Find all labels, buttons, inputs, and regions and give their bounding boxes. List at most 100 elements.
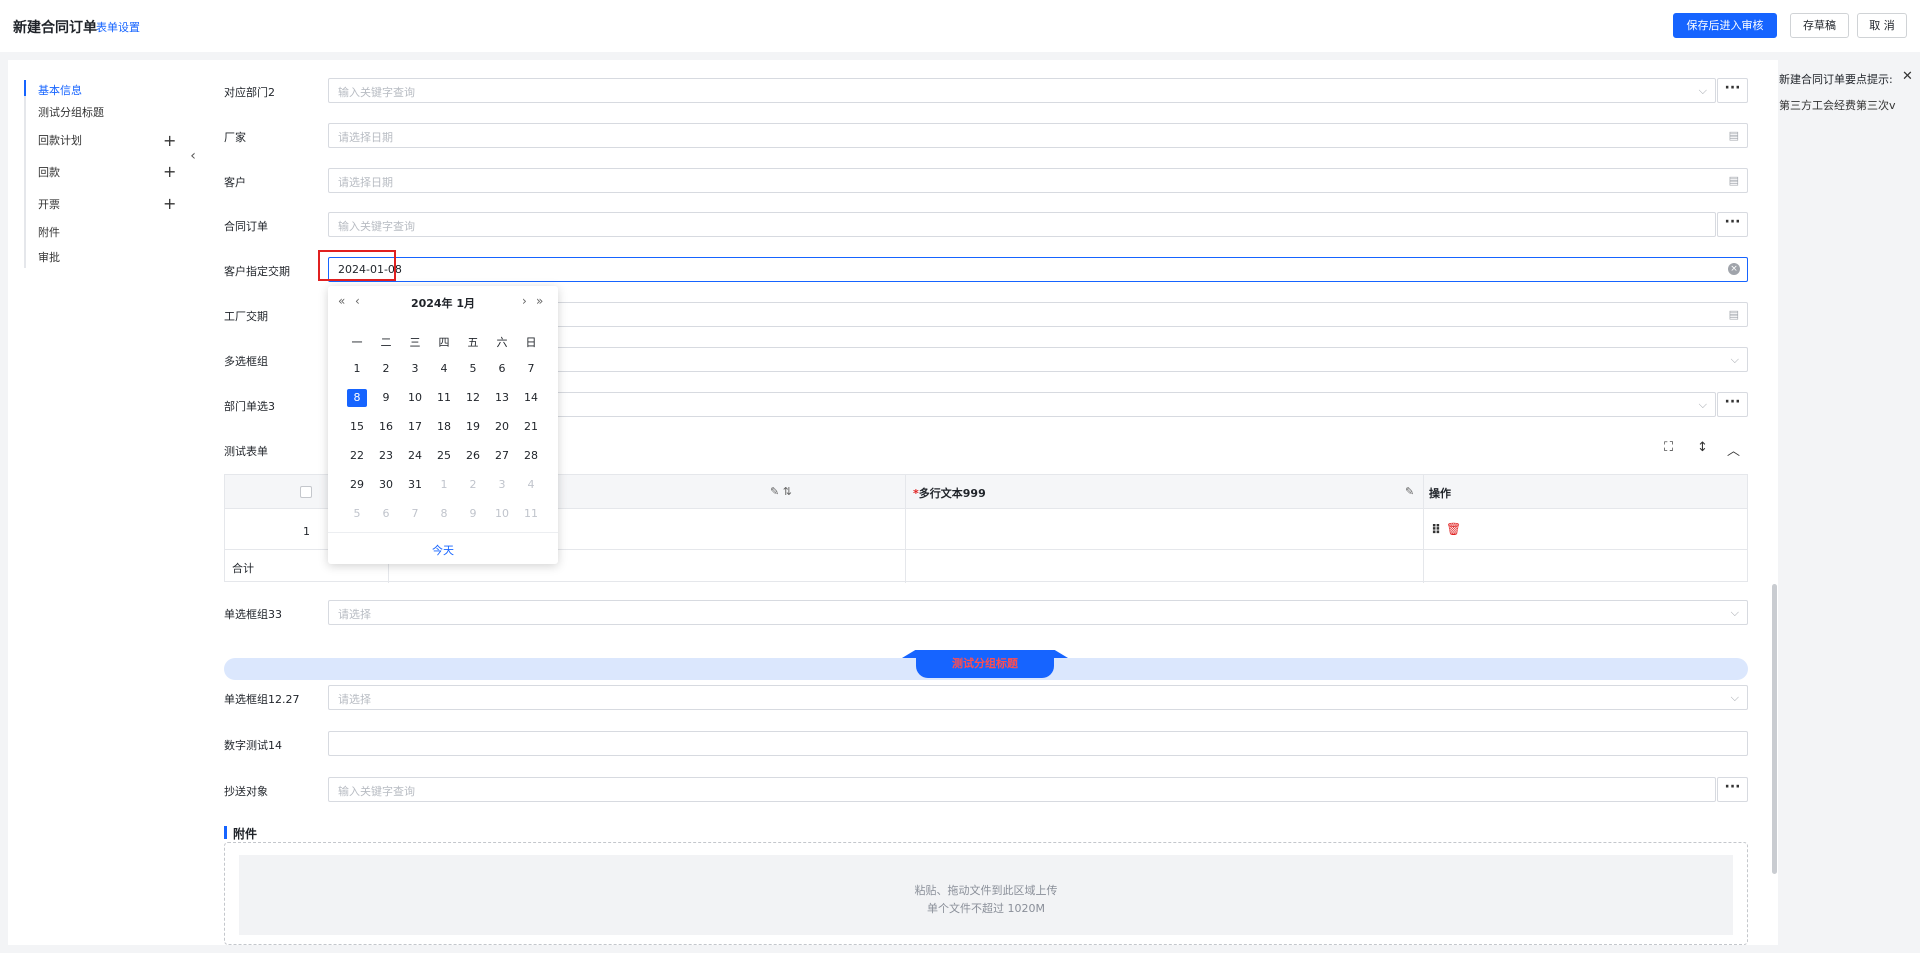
- date-cell[interactable]: 2: [376, 360, 396, 378]
- add-payment-plus-icon[interactable]: +: [163, 164, 176, 180]
- field-label-multi-select: 多选框组: [224, 355, 268, 368]
- nav-item-test-group[interactable]: 测试分组标题: [38, 104, 104, 120]
- today-button[interactable]: 今天: [328, 542, 558, 558]
- date-cell[interactable]: 12: [463, 389, 483, 407]
- date-cell[interactable]: 11: [434, 389, 454, 407]
- date-cell[interactable]: 10: [405, 389, 425, 407]
- date-cell[interactable]: 26: [463, 447, 483, 465]
- date-cell[interactable]: 15: [347, 418, 367, 436]
- cc-more-button[interactable]: ···: [1717, 777, 1748, 802]
- date-cell[interactable]: 10: [492, 505, 512, 523]
- date-cell[interactable]: 16: [376, 418, 396, 436]
- date-cell[interactable]: 17: [405, 418, 425, 436]
- section-nav: 基本信息 测试分组标题 回款计划 + 回款 + 开票 + 附件 审批: [8, 60, 198, 945]
- date-cell[interactable]: 14: [521, 389, 541, 407]
- select-all-checkbox[interactable]: [300, 486, 312, 498]
- contract-order-more-button[interactable]: ···: [1717, 212, 1748, 237]
- upload-dropzone[interactable]: 粘贴、拖动文件到此区域上传 单个文件不超过 1020M: [224, 842, 1748, 945]
- scrollbar[interactable]: [1772, 584, 1777, 874]
- add-invoice-plus-icon[interactable]: +: [163, 196, 176, 212]
- dept2-input[interactable]: 输入关键字查询 ⌵: [328, 78, 1716, 103]
- field-label-dept-single3: 部门单选3: [224, 400, 275, 413]
- nav-item-invoice[interactable]: 开票: [38, 196, 60, 212]
- contract-order-placeholder: 输入关键字查询: [338, 220, 415, 233]
- cancel-button[interactable]: 取 消: [1857, 13, 1907, 38]
- date-cell[interactable]: 1: [434, 476, 454, 494]
- clear-icon[interactable]: ×: [1728, 263, 1740, 275]
- close-icon[interactable]: ✕: [1902, 69, 1913, 84]
- date-cell[interactable]: 2: [463, 476, 483, 494]
- top-bar: 新建合同订单 表单设置 保存后进入审核 存草稿 取 消: [0, 0, 1920, 52]
- manufacturer-date-input[interactable]: 请选择日期 ▤: [328, 123, 1748, 148]
- date-cell[interactable]: 7: [405, 505, 425, 523]
- tips-line: 第三方工会经费第三次v: [1779, 99, 1896, 112]
- save-and-review-button[interactable]: 保存后进入审核: [1673, 13, 1777, 38]
- next-year-icon[interactable]: »: [536, 294, 543, 308]
- date-cell[interactable]: 24: [405, 447, 425, 465]
- date-cell[interactable]: 3: [492, 476, 512, 494]
- fullscreen-icon[interactable]: ⛶: [1664, 440, 1673, 455]
- date-cell[interactable]: 18: [434, 418, 454, 436]
- field-label-customer-delivery: 客户指定交期: [224, 265, 290, 278]
- date-cell[interactable]: 5: [347, 505, 367, 523]
- dept-single3-more-button[interactable]: ···: [1717, 392, 1748, 417]
- number14-input[interactable]: [328, 731, 1748, 756]
- weekday-label: 六: [496, 336, 508, 349]
- date-cell[interactable]: 11: [521, 505, 541, 523]
- col-divider: [1423, 475, 1424, 583]
- field-label-customer: 客户: [224, 176, 246, 189]
- save-draft-button[interactable]: 存草稿: [1790, 13, 1849, 38]
- radio33-select[interactable]: 请选择 ⌵: [328, 600, 1748, 625]
- edit-icon[interactable]: ✎: [1405, 485, 1414, 498]
- customer-date-input[interactable]: 请选择日期 ▤: [328, 168, 1748, 193]
- date-cell[interactable]: 4: [521, 476, 541, 494]
- customer-delivery-date-input[interactable]: 2024-01-08 ×: [328, 257, 1748, 282]
- next-month-icon[interactable]: ›: [522, 294, 527, 308]
- field-label-manufacturer: 厂家: [224, 131, 246, 144]
- date-cell[interactable]: 13: [492, 389, 512, 407]
- date-cell[interactable]: 31: [405, 476, 425, 494]
- selected-date-cell[interactable]: 8: [347, 389, 367, 407]
- field-label-radio1227: 单选框组12.27: [224, 693, 300, 706]
- radio1227-select[interactable]: 请选择 ⌵: [328, 685, 1748, 710]
- delete-icon[interactable]: 🗑: [1446, 522, 1461, 536]
- date-cell[interactable]: 4: [434, 360, 454, 378]
- date-cell[interactable]: 8: [434, 505, 454, 523]
- date-cell[interactable]: 1: [347, 360, 367, 378]
- date-cell[interactable]: 6: [492, 360, 512, 378]
- date-cell[interactable]: 6: [376, 505, 396, 523]
- form-settings-link[interactable]: 表单设置: [96, 19, 140, 35]
- nav-item-approval[interactable]: 审批: [38, 249, 60, 265]
- date-cell[interactable]: 20: [492, 418, 512, 436]
- date-cell[interactable]: 19: [463, 418, 483, 436]
- date-cell[interactable]: 25: [434, 447, 454, 465]
- nav-item-attachment[interactable]: 附件: [38, 224, 60, 240]
- add-payment-plan-plus-icon[interactable]: +: [163, 133, 176, 149]
- nav-item-payment-plan[interactable]: 回款计划: [38, 132, 82, 148]
- date-cell[interactable]: 3: [405, 360, 425, 378]
- chevron-up-icon[interactable]: ︿: [1727, 440, 1740, 459]
- dept2-more-button[interactable]: ···: [1717, 78, 1748, 103]
- cc-input[interactable]: 输入关键字查询: [328, 777, 1716, 802]
- date-cell[interactable]: 28: [521, 447, 541, 465]
- date-cell[interactable]: 9: [376, 389, 396, 407]
- col-multiline-header: *多行文本999: [913, 487, 986, 500]
- date-cell[interactable]: 5: [463, 360, 483, 378]
- date-cell[interactable]: 21: [521, 418, 541, 436]
- weekday-label: 三: [409, 336, 421, 349]
- nav-item-basic-info[interactable]: 基本信息: [38, 82, 82, 98]
- date-cell[interactable]: 23: [376, 447, 396, 465]
- edit-sort-icon[interactable]: ✎ ⇅: [770, 485, 792, 498]
- contract-order-input[interactable]: 输入关键字查询: [328, 212, 1716, 237]
- upload-area[interactable]: 粘贴、拖动文件到此区域上传 单个文件不超过 1020M: [239, 855, 1733, 935]
- date-cell[interactable]: 22: [347, 447, 367, 465]
- date-cell[interactable]: 7: [521, 360, 541, 378]
- row-height-icon[interactable]: ↕: [1697, 440, 1708, 455]
- date-cell[interactable]: 27: [492, 447, 512, 465]
- nav-item-payment[interactable]: 回款: [38, 164, 60, 180]
- date-cell[interactable]: 30: [376, 476, 396, 494]
- drag-handle-icon[interactable]: ⠿: [1431, 523, 1441, 538]
- date-picker: « ‹ 2024年 1月 › » 今天 一二三四五六日 1 2 3 4 5 6 7 8 9 10 11…: [328, 286, 558, 564]
- date-cell[interactable]: 9: [463, 505, 483, 523]
- date-cell[interactable]: 29: [347, 476, 367, 494]
